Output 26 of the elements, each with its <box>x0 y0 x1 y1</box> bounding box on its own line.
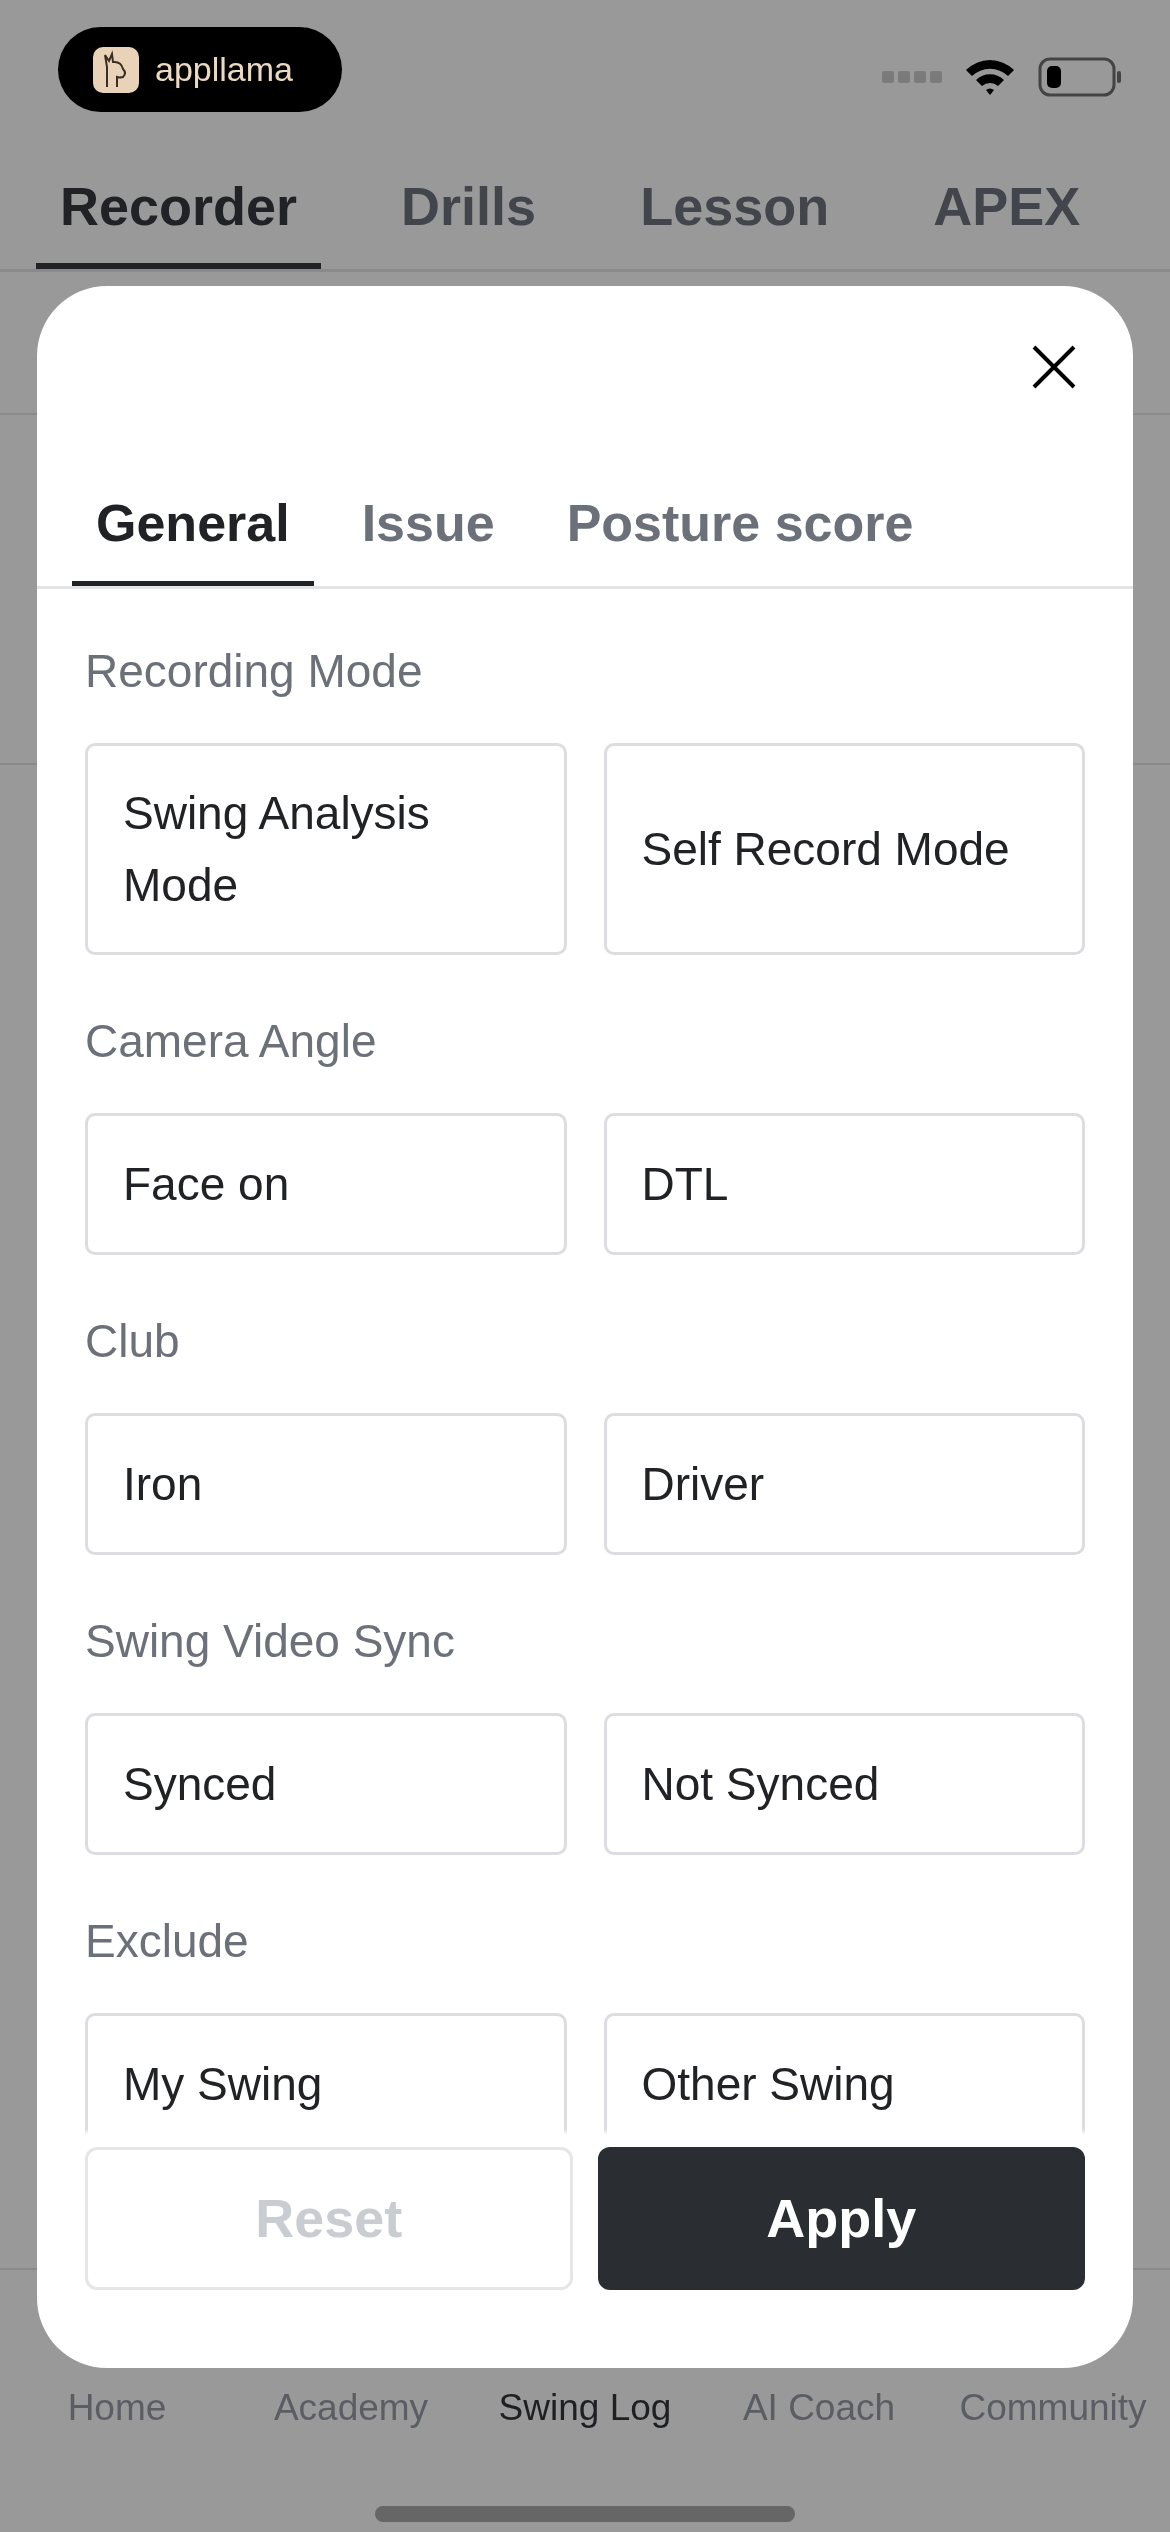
section-label: Club <box>85 1314 181 1369</box>
section-label: Exclude <box>85 1914 250 1969</box>
apply-button[interactable]: Apply <box>597 2147 1085 2290</box>
option-button[interactable]: Swing Analysis Mode <box>85 743 567 955</box>
option-button[interactable]: Face on <box>85 1113 567 1255</box>
wifi-icon <box>964 57 1016 97</box>
option-button[interactable]: Other Swing <box>603 2013 1085 2135</box>
signal-icon <box>882 71 942 83</box>
option-button[interactable]: DTL <box>603 1113 1085 1255</box>
app-badge-text: appllama <box>155 49 293 90</box>
section-label: Swing Video Sync <box>85 1614 456 1669</box>
section-label: Recording Mode <box>85 644 424 699</box>
filter-tab[interactable]: Posture score <box>542 464 938 586</box>
filter-tab[interactable]: General <box>72 464 314 586</box>
close-icon <box>1032 345 1076 389</box>
option-button[interactable]: Driver <box>603 1413 1085 1555</box>
option-button[interactable]: My Swing <box>85 2013 567 2135</box>
option-button[interactable]: Synced <box>85 1713 567 1855</box>
nav-tab[interactable]: Swing Log <box>498 2380 672 2436</box>
option-button[interactable]: Self Record Mode <box>603 743 1085 955</box>
battery-icon <box>1038 57 1122 97</box>
option-button[interactable]: Not Synced <box>603 1713 1085 1855</box>
option-button[interactable]: Iron <box>85 1413 567 1555</box>
filter-tab[interactable]: Issue <box>337 464 519 586</box>
top-tab[interactable]: Recorder <box>36 150 322 269</box>
section-label: Camera Angle <box>85 1014 378 1069</box>
